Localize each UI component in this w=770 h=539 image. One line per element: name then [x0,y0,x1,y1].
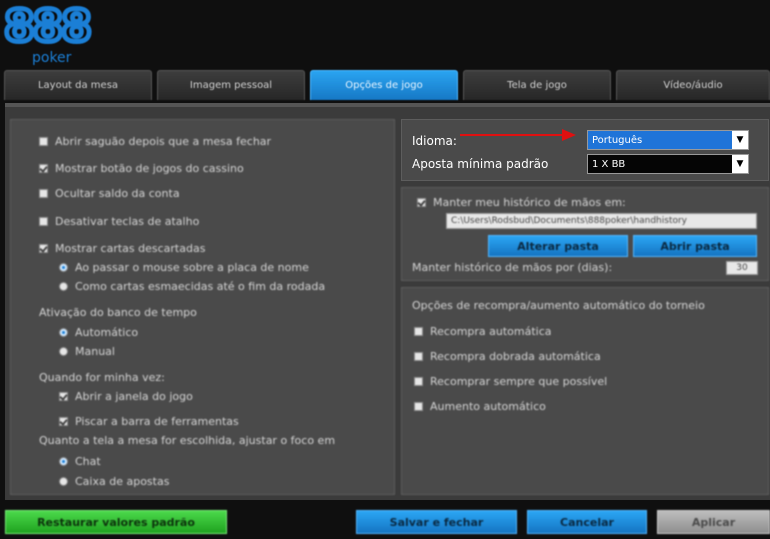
change-folder-button[interactable]: Alterar pasta [488,235,628,257]
radio-label: Ao passar o mouse sobre a placa de nome [75,261,309,274]
language-select[interactable]: Português ▼ [587,130,749,150]
option-label: Recompra automática [430,325,552,338]
tournament-rebuy-panel: Opções de recompra/aumento automático do… [401,287,769,495]
settings-tabs: Layout da mesa Imagem pessoal Opções de … [4,70,770,100]
checkbox-show-discards[interactable] [39,244,48,253]
radio-label: Chat [75,455,101,468]
radio-button[interactable] [59,282,68,291]
settings-window: 888 poker Layout da mesa Imagem pessoal … [0,0,770,539]
option-label: Abrir saguão depois que a mesa fechar [55,135,272,148]
option-hide-balance[interactable]: Ocultar saldo da conta [39,187,180,200]
option-auto-add-on[interactable]: Aumento automático [414,400,546,413]
brand-logo: 888 poker [2,1,95,66]
cancel-button[interactable]: Cancelar [527,510,647,534]
logo-word: poker [32,50,72,66]
checkbox-auto-add-on[interactable] [414,402,423,411]
radio-button[interactable] [59,263,68,272]
option-label: Aumento automático [430,400,546,413]
language-value: Português [592,134,643,146]
radio-time-bank-manual[interactable]: Manual [59,345,115,358]
checkbox-keep-history[interactable] [417,198,426,207]
min-bet-select[interactable]: 1 X BB ▼ [587,154,749,174]
checkbox-open-game-window[interactable] [59,392,68,401]
checkbox-hide-balance[interactable] [39,189,48,198]
radio-button[interactable] [59,328,68,337]
checkbox-disable-hotkeys[interactable] [39,217,48,226]
tab-layout[interactable]: Layout da mesa [4,70,152,100]
option-flash-taskbar[interactable]: Piscar a barra de ferramentas [59,415,239,428]
rebuy-heading: Opções de recompra/aumento automático do… [412,299,705,312]
checkbox-auto-double-rebuy[interactable] [414,352,423,361]
tab-game-screen[interactable]: Tela de jogo [463,70,611,100]
min-bet-label: Aposta mínima padrão [412,157,549,171]
option-open-game-window[interactable]: Abrir a janela do jogo [59,390,193,403]
option-label: Mostrar cartas descartadas [55,242,206,255]
language-panel: Idioma: Português ▼ Aposta mínima padrão… [401,119,769,181]
option-label: Desativar teclas de atalho [55,215,200,228]
logo-number: 888 [2,1,95,52]
focus-heading: Quanto a tela a mesa for escolhida, ajus… [39,434,336,447]
radio-discard-hover[interactable]: Ao passar o mouse sobre a placa de nome [59,261,309,274]
checkbox-open-lobby[interactable] [39,137,48,146]
option-label: Piscar a barra de ferramentas [75,415,239,428]
radio-focus-chat[interactable]: Chat [59,455,101,468]
checkbox-rebuy-when-possible[interactable] [414,377,423,386]
red-arrow-icon [460,129,576,141]
hand-history-panel: Manter meu histórico de mãos em: C:\User… [401,187,769,281]
radio-discard-faded[interactable]: Como cartas esmaecidas até o fim da roda… [59,280,325,293]
radio-focus-bet-box[interactable]: Caixa de apostas [59,475,169,488]
language-label: Idioma: [412,134,457,148]
time-bank-heading: Ativação do banco de tempo [39,306,197,319]
tab-game-options[interactable]: Opções de jogo [310,70,458,100]
option-label: Ocultar saldo da conta [55,187,180,200]
radio-button[interactable] [59,477,68,486]
save-and-close-button[interactable]: Salvar e fechar [356,510,517,534]
option-label: Mostrar botão de jogos do cassino [55,162,244,175]
tab-video-audio[interactable]: Vídeo/áudio [616,70,770,100]
option-label: Manter meu histórico de mãos em: [433,196,626,209]
option-show-discards[interactable]: Mostrar cartas descartadas [39,242,205,255]
option-label: Recomprar sempre que possível [430,375,608,388]
tab-personal-image[interactable]: Imagem pessoal [157,70,305,100]
history-path-field[interactable]: C:\Users\Rodsbud\Documents\888poker\hand… [446,213,757,229]
keep-days-label: Manter histórico de mãos por (dias): [412,261,613,274]
keep-days-field[interactable]: 30 [726,261,758,275]
checkbox-casino-button[interactable] [39,164,48,173]
option-auto-rebuy[interactable]: Recompra automática [414,325,552,338]
radio-label: Caixa de apostas [75,475,170,488]
min-bet-value: 1 X BB [592,158,626,170]
radio-label: Automático [75,326,139,339]
my-turn-heading: Quando for minha vez: [39,371,165,384]
option-rebuy-when-possible[interactable]: Recomprar sempre que possível [414,375,607,388]
option-keep-history[interactable]: Manter meu histórico de mãos em: [417,196,626,209]
option-label: Recompra dobrada automática [430,350,601,363]
radio-button[interactable] [59,347,68,356]
chevron-down-icon[interactable]: ▼ [732,155,748,173]
apply-button[interactable]: Aplicar [657,510,770,534]
option-disable-hotkeys[interactable]: Desativar teclas de atalho [39,215,199,228]
radio-button[interactable] [59,457,68,466]
checkbox-flash-taskbar[interactable] [59,417,68,426]
restore-defaults-button[interactable]: Restaurar valores padrão [5,510,227,534]
option-open-lobby[interactable]: Abrir saguão depois que a mesa fechar [39,135,271,148]
chevron-down-icon[interactable]: ▼ [732,131,748,149]
open-folder-button[interactable]: Abrir pasta [633,235,757,257]
main-panel: Abrir saguão depois que a mesa fechar Mo… [5,103,770,500]
radio-label: Como cartas esmaecidas até o fim da roda… [75,280,326,293]
option-label: Abrir a janela do jogo [75,390,193,403]
general-options-panel: Abrir saguão depois que a mesa fechar Mo… [10,119,395,495]
option-casino-button[interactable]: Mostrar botão de jogos do cassino [39,162,244,175]
radio-time-bank-auto[interactable]: Automático [59,326,138,339]
checkbox-auto-rebuy[interactable] [414,327,423,336]
option-auto-double-rebuy[interactable]: Recompra dobrada automática [414,350,601,363]
radio-label: Manual [75,345,115,358]
